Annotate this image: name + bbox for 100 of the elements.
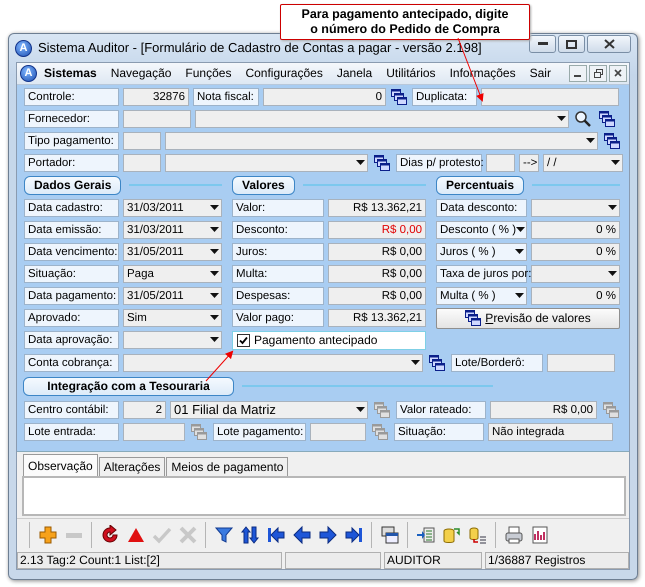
maximize-button[interactable] [558, 35, 585, 53]
text-field[interactable]: R$ 0,00 [328, 242, 426, 261]
text-field[interactable]: 0 % [531, 242, 620, 261]
field-label: Valor rateado: [396, 400, 486, 419]
field-label: Conta cobrança: [24, 354, 119, 372]
dropdown[interactable]: 31/05/2011 [123, 286, 222, 305]
field-label: Juros: [232, 242, 324, 261]
caret-icon [356, 407, 365, 412]
close-button[interactable] [587, 35, 631, 53]
database-list-icon[interactable] [468, 525, 488, 546]
dropdown[interactable]: 01 Filial da Matriz [170, 400, 368, 419]
minimize-button[interactable] [529, 35, 556, 53]
dropdown[interactable]: 31/03/2011 [123, 198, 222, 217]
arrow-right-icon[interactable] [318, 525, 338, 546]
caret-icon [608, 205, 617, 210]
app-icon: A [15, 40, 32, 56]
caret-icon [210, 249, 219, 254]
text-field[interactable]: R$ 0,00 [328, 264, 426, 283]
pointer-arrow [206, 350, 234, 382]
minimize-button[interactable] [569, 64, 587, 82]
text-field[interactable]: 2 [123, 400, 166, 419]
text-field[interactable] [123, 132, 161, 150]
previsao-button[interactable]: Previsão de valores [436, 308, 620, 329]
close-button[interactable] [609, 64, 627, 82]
caret-icon [515, 293, 524, 298]
text-field[interactable]: R$ 0,00 [490, 400, 597, 419]
field-label: Data cadastro: [24, 198, 119, 217]
minimize-icon [538, 42, 548, 46]
windows-icon[interactable] [604, 132, 620, 149]
menu-item[interactable]: Sair [522, 64, 558, 82]
checkbox[interactable]: Pagamento antecipado [232, 330, 426, 350]
field-label: Situação: [394, 422, 484, 441]
tab[interactable]: Alterações [98, 457, 166, 476]
caret-icon [608, 271, 617, 276]
menu-item[interactable]: Janela [330, 64, 380, 82]
dropdown[interactable]: Sim [123, 308, 222, 327]
arrow-left-icon[interactable] [292, 525, 312, 546]
tab[interactable]: Observação [23, 454, 98, 476]
dropdown[interactable]: / / [543, 154, 623, 172]
menu-item[interactable]: Sistemas [37, 64, 104, 82]
text-field[interactable] [547, 354, 615, 372]
field-label: Nota fiscal: [193, 88, 259, 106]
plus-icon[interactable] [38, 525, 58, 546]
text-field[interactable]: R$ 0,00 [328, 286, 426, 305]
dropdown[interactable]: Multa ( % ) [436, 286, 527, 305]
restore-icon [594, 68, 602, 78]
filter-icon[interactable] [214, 525, 234, 546]
dropdown[interactable]: 31/05/2011 [123, 242, 222, 261]
menu-item[interactable]: Funções [178, 64, 238, 82]
windows-icon[interactable] [465, 310, 482, 326]
caret-icon [515, 249, 524, 254]
memo-field[interactable] [22, 476, 626, 516]
text-field[interactable]: Não integrada [488, 422, 613, 441]
caret-icon [411, 360, 420, 366]
field-label: Data pagamento: [24, 286, 119, 305]
windows-icon[interactable] [429, 354, 445, 371]
text-field[interactable] [481, 88, 619, 106]
printer-icon[interactable] [504, 525, 524, 546]
sort-icon[interactable] [240, 525, 260, 546]
text-field[interactable]: R$ 0,00 [328, 220, 426, 239]
caret-icon [557, 116, 566, 122]
search-icon[interactable] [574, 110, 592, 128]
dropdown[interactable]: Desconto ( % ) [436, 220, 527, 239]
text-field[interactable] [310, 422, 366, 441]
callout: Para pagamento antecipado, digite o número do Pedido de Compra [280, 4, 530, 40]
dropdown[interactable]: Juros ( % ) [436, 242, 527, 261]
section-header: Dados Gerais [24, 176, 122, 195]
text-field[interactable] [123, 154, 161, 172]
text-field[interactable]: 0 % [531, 286, 620, 305]
refresh-icon[interactable] [100, 525, 120, 546]
text-field[interactable]: 0 [263, 88, 386, 106]
chart-icon[interactable] [530, 525, 550, 546]
list-arrow-icon[interactable] [416, 525, 436, 546]
dropdown[interactable]: 31/03/2011 [123, 220, 222, 239]
skip-back-icon[interactable] [266, 525, 286, 546]
text-field[interactable] [123, 422, 185, 441]
text-field[interactable]: 32876 [123, 88, 189, 106]
text-field[interactable]: R$ 13.362,21 [328, 198, 426, 217]
menu-item[interactable]: Configurações [238, 64, 330, 82]
text-field[interactable]: R$ 13.362,21 [328, 308, 426, 327]
field-label: Dias p/ protesto: [396, 154, 482, 172]
text-field[interactable] [486, 154, 515, 172]
menu-item[interactable]: Navegação [104, 64, 178, 82]
field-label: Situação: [24, 264, 119, 283]
skip-forward-icon[interactable] [344, 525, 364, 546]
menu-item[interactable]: Utilitários [379, 64, 443, 82]
text-field[interactable]: 0 % [531, 220, 620, 239]
windows-icon[interactable] [374, 154, 390, 171]
dropdown[interactable]: Paga [123, 264, 222, 283]
app-icon: A [20, 64, 37, 82]
windows-icon[interactable] [380, 525, 400, 546]
windows-icon[interactable] [391, 88, 407, 105]
tab[interactable]: Meios de pagamento [166, 457, 288, 476]
check-icon [239, 336, 248, 345]
field-label: Multa: [232, 264, 324, 283]
restore-button[interactable] [589, 64, 607, 82]
arrow-button[interactable]: --> [519, 154, 539, 172]
field-label: Fornecedor: [24, 110, 119, 128]
windows-icon[interactable] [599, 110, 615, 127]
text-field[interactable] [123, 110, 191, 128]
